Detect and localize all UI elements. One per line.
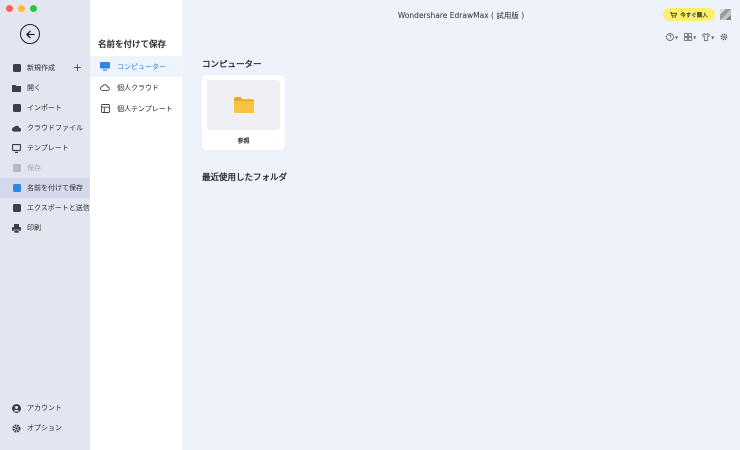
sidebar-item-label: 印刷 <box>27 224 41 232</box>
minimize-window-button[interactable] <box>18 5 25 12</box>
sidebar-item-label: テンプレート <box>27 144 69 152</box>
chevron-down-icon: ▼ <box>693 34 697 40</box>
sidebar-bottom-nav: アカウント オプション <box>0 398 90 438</box>
gear-icon <box>12 423 21 433</box>
sidebar-item-export[interactable]: エクスポートと送信 <box>0 198 90 218</box>
window-title: Wondershare EdrawMax ( 試用版 ) <box>397 11 525 20</box>
template-icon <box>12 143 21 153</box>
sidebar-item-label: アカウント <box>27 404 62 412</box>
sidebar-item-cloud-files[interactable]: クラウドファイル <box>0 118 90 138</box>
sidebar: 新規作成 + 開く インポート クラウドファイル テンプレート 保存 名前を付け… <box>0 0 90 450</box>
cart-icon <box>670 11 678 18</box>
avatar[interactable] <box>720 9 731 20</box>
save-location-personal-templates[interactable]: 個人テンプレート <box>90 98 182 119</box>
sidebar-item-print[interactable]: 印刷 <box>0 218 90 238</box>
cloud-icon <box>12 124 21 133</box>
chevron-down-icon: ▼ <box>711 34 715 40</box>
save-location-computer[interactable]: コンピューター <box>90 56 182 77</box>
sidebar-item-label: エクスポートと送信 <box>27 204 90 212</box>
account-icon <box>12 403 21 413</box>
app-window: 新規作成 + 開く インポート クラウドファイル テンプレート 保存 名前を付け… <box>0 0 740 450</box>
sidebar-item-account[interactable]: アカウント <box>0 398 90 418</box>
cloud-outline-icon <box>100 83 110 93</box>
help-icon <box>666 33 674 41</box>
chevron-down-icon: ▼ <box>675 34 679 40</box>
new-plus-button[interactable]: + <box>73 61 82 75</box>
top-toolbar: ▼ ▼ ▼ <box>666 33 728 41</box>
buy-now-button[interactable]: 今すぐ購入 <box>663 8 715 21</box>
gear-icon <box>720 33 728 41</box>
template-outline-icon <box>100 104 110 114</box>
help-menu-button[interactable]: ▼ <box>666 33 678 41</box>
window-controls <box>6 5 37 12</box>
save-location-label: 個人クラウド <box>117 83 159 92</box>
sidebar-item-label: インポート <box>27 104 62 112</box>
export-icon <box>12 204 21 213</box>
save-location-list: コンピューター 個人クラウド 個人テンプレート <box>90 56 182 119</box>
apps-menu-button[interactable]: ▼ <box>684 33 696 41</box>
sidebar-item-options[interactable]: オプション <box>0 418 90 438</box>
section-title-recent-folders: 最近使用したフォルダ <box>202 173 288 183</box>
folder-icon <box>12 84 21 93</box>
sidebar-item-new[interactable]: 新規作成 + <box>0 58 90 78</box>
browse-label: 参照 <box>237 138 250 145</box>
save-as-panel: 名前を付けて保存 コンピューター 個人クラウド 個人テンプレート <box>90 0 182 450</box>
sidebar-item-open[interactable]: 開く <box>0 78 90 98</box>
section-title-computer: コンピューター <box>202 60 262 70</box>
sidebar-item-label: クラウドファイル <box>27 124 83 132</box>
save-location-personal-cloud[interactable]: 個人クラウド <box>90 77 182 98</box>
sidebar-item-templates[interactable]: テンプレート <box>0 138 90 158</box>
arrow-left-icon <box>25 30 35 38</box>
sidebar-item-label: 新規作成 <box>27 64 55 72</box>
maximize-window-button[interactable] <box>30 5 37 12</box>
save-icon <box>12 164 21 173</box>
sidebar-item-label: 名前を付けて保存 <box>27 184 83 192</box>
plus-square-icon <box>12 64 21 73</box>
folder-icon <box>233 97 254 113</box>
browse-button[interactable]: 参照 <box>202 75 285 150</box>
theme-menu-button[interactable]: ▼ <box>702 33 714 41</box>
sidebar-item-label: 開く <box>27 84 41 92</box>
sidebar-item-save[interactable]: 保存 <box>0 158 90 178</box>
panel-title: 名前を付けて保存 <box>98 40 167 50</box>
sidebar-item-label: オプション <box>27 424 62 432</box>
import-icon <box>12 104 21 113</box>
settings-button[interactable] <box>720 33 728 41</box>
shirt-icon <box>702 33 711 41</box>
back-button[interactable] <box>20 24 40 44</box>
sidebar-item-import[interactable]: インポート <box>0 98 90 118</box>
buy-now-label: 今すぐ購入 <box>680 12 708 19</box>
save-location-label: コンピューター <box>117 62 166 71</box>
sidebar-item-label: 保存 <box>27 164 41 172</box>
print-icon <box>12 223 21 233</box>
browse-thumbnail <box>207 80 280 130</box>
monitor-icon <box>100 62 110 72</box>
save-as-icon <box>12 184 21 193</box>
sidebar-nav: 新規作成 + 開く インポート クラウドファイル テンプレート 保存 名前を付け… <box>0 58 90 238</box>
close-window-button[interactable] <box>6 5 13 12</box>
sidebar-item-save-as[interactable]: 名前を付けて保存 <box>0 178 90 198</box>
save-location-label: 個人テンプレート <box>117 104 173 113</box>
grid-icon <box>684 33 692 41</box>
